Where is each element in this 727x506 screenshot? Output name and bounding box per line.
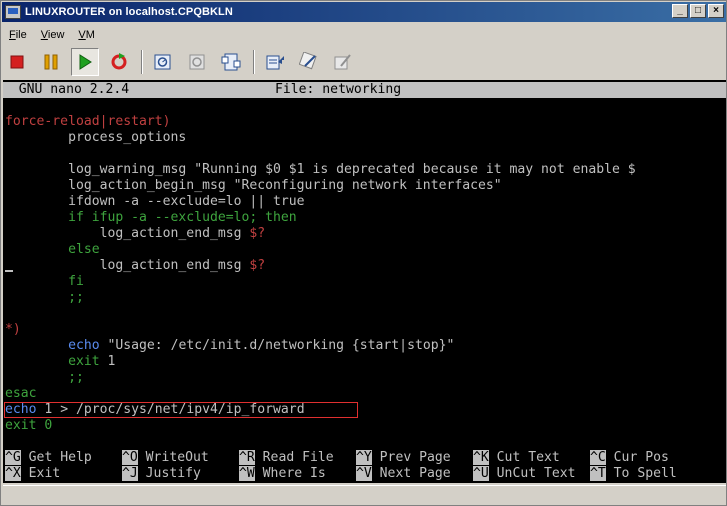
shortcut-key: ^X: [5, 466, 21, 481]
code-line: else: [5, 242, 100, 257]
menu-vm[interactable]: VM: [71, 29, 102, 41]
code-line: ;;: [5, 370, 84, 385]
code-line: log_action_begin_msg "Reconfiguring netw…: [5, 178, 502, 193]
start-button[interactable]: [71, 48, 99, 76]
menu-bar: File View VM: [2, 25, 102, 45]
code-line: *): [5, 322, 21, 337]
stop-icon: [10, 55, 24, 69]
title-bar[interactable]: LINUXROUTER on localhost.CPQBKLN _ □ ×: [2, 2, 726, 22]
shortcut-label: To Spell: [613, 466, 677, 481]
code-line: exit 1: [68, 354, 116, 369]
shortcut-label: Cur Pos: [613, 450, 669, 465]
code-line: exit 0: [5, 418, 53, 433]
shortcut-key: ^J: [122, 466, 138, 481]
code-line: log_action_end_msg $?: [5, 226, 266, 241]
snapshot-icon: [154, 54, 171, 70]
nano-version: GNU nano 2.2.4: [3, 82, 130, 97]
toolbar-separator: [253, 50, 255, 74]
shortcut-key: ^V: [356, 466, 372, 481]
snapshot-button[interactable]: [149, 48, 177, 76]
shortcut-key: ^K: [473, 450, 489, 465]
code-line: force-reload|restart): [5, 114, 171, 129]
tools-button[interactable]: [295, 48, 323, 76]
code-line: process_options: [5, 130, 187, 145]
shortcut-key: ^U: [473, 466, 489, 481]
menu-view[interactable]: View: [34, 29, 72, 41]
maximize-button[interactable]: □: [690, 4, 706, 18]
code-line: fi: [5, 274, 84, 289]
shortcut-key: ^W: [239, 466, 255, 481]
shortcut-label: Where Is: [262, 466, 326, 481]
code-line: ;;: [5, 290, 84, 305]
shortcut-label: Next Page: [379, 466, 451, 481]
minimize-button[interactable]: _: [672, 4, 688, 18]
highlight-annotation: [4, 402, 358, 418]
code-line: echo "Usage: /etc/init.d/networking {sta…: [68, 338, 455, 353]
toolbar-separator: [141, 50, 143, 74]
vm-window: LINUXROUTER on localhost.CPQBKLN _ □ × F…: [0, 0, 727, 506]
snapshot-manager-button[interactable]: [217, 48, 245, 76]
shortcut-label: Get Help: [28, 450, 92, 465]
shortcut-label: WriteOut: [145, 450, 209, 465]
shortcut-key: ^G: [5, 450, 21, 465]
window-title: LINUXROUTER on localhost.CPQBKLN: [25, 6, 233, 18]
caption-buttons: _ □ ×: [672, 4, 724, 18]
shortcut-key: ^O: [122, 450, 138, 465]
pause-icon: [44, 54, 58, 70]
shortcut-key: ^T: [590, 466, 606, 481]
code-line: log_warning_msg "Running $0 $1 is deprec…: [5, 162, 636, 177]
text-cursor: [5, 270, 13, 272]
menu-file[interactable]: File: [2, 29, 34, 41]
code-line: log_action_end_msg $?: [5, 258, 266, 273]
code-line: if ifup -a --exclude=lo; then: [5, 210, 297, 225]
nano-filename: File: networking: [275, 82, 402, 97]
shortcut-label: Cut Text: [496, 450, 560, 465]
nano-title-bar: GNU nano 2.2.4 File: networking: [3, 82, 726, 98]
snapshot-manager-icon: [221, 53, 241, 71]
shortcut-label: Read File: [262, 450, 334, 465]
shortcut-key: ^R: [239, 450, 255, 465]
shortcut-label: Prev Page: [379, 450, 451, 465]
revert-button[interactable]: [183, 48, 211, 76]
reset-button[interactable]: [105, 48, 133, 76]
vm-app-icon: [5, 5, 21, 19]
clone-button[interactable]: [329, 48, 357, 76]
shortcut-label: Justify: [145, 466, 201, 481]
shortcut-label: Exit: [28, 466, 61, 481]
code-line: esac: [5, 386, 37, 401]
shortcut-key: ^Y: [356, 450, 372, 465]
settings-button[interactable]: [261, 48, 289, 76]
close-button[interactable]: ×: [708, 4, 724, 18]
reset-icon: [111, 53, 127, 70]
wrench-icon: [299, 52, 317, 70]
pause-button[interactable]: [37, 48, 65, 76]
code-line: ifdown -a --exclude=lo || true: [5, 194, 305, 209]
toolbar: [3, 46, 725, 78]
clone-icon: [334, 54, 351, 70]
play-icon: [79, 54, 92, 70]
status-bar: [3, 485, 726, 505]
settings-icon: [266, 55, 284, 70]
stop-button[interactable]: [3, 48, 31, 76]
revert-icon: [189, 54, 205, 70]
terminal-screen[interactable]: GNU nano 2.2.4 File: networking force-rel…: [3, 80, 726, 483]
shortcut-key: ^C: [590, 450, 606, 465]
shortcut-label: UnCut Text: [496, 466, 576, 481]
